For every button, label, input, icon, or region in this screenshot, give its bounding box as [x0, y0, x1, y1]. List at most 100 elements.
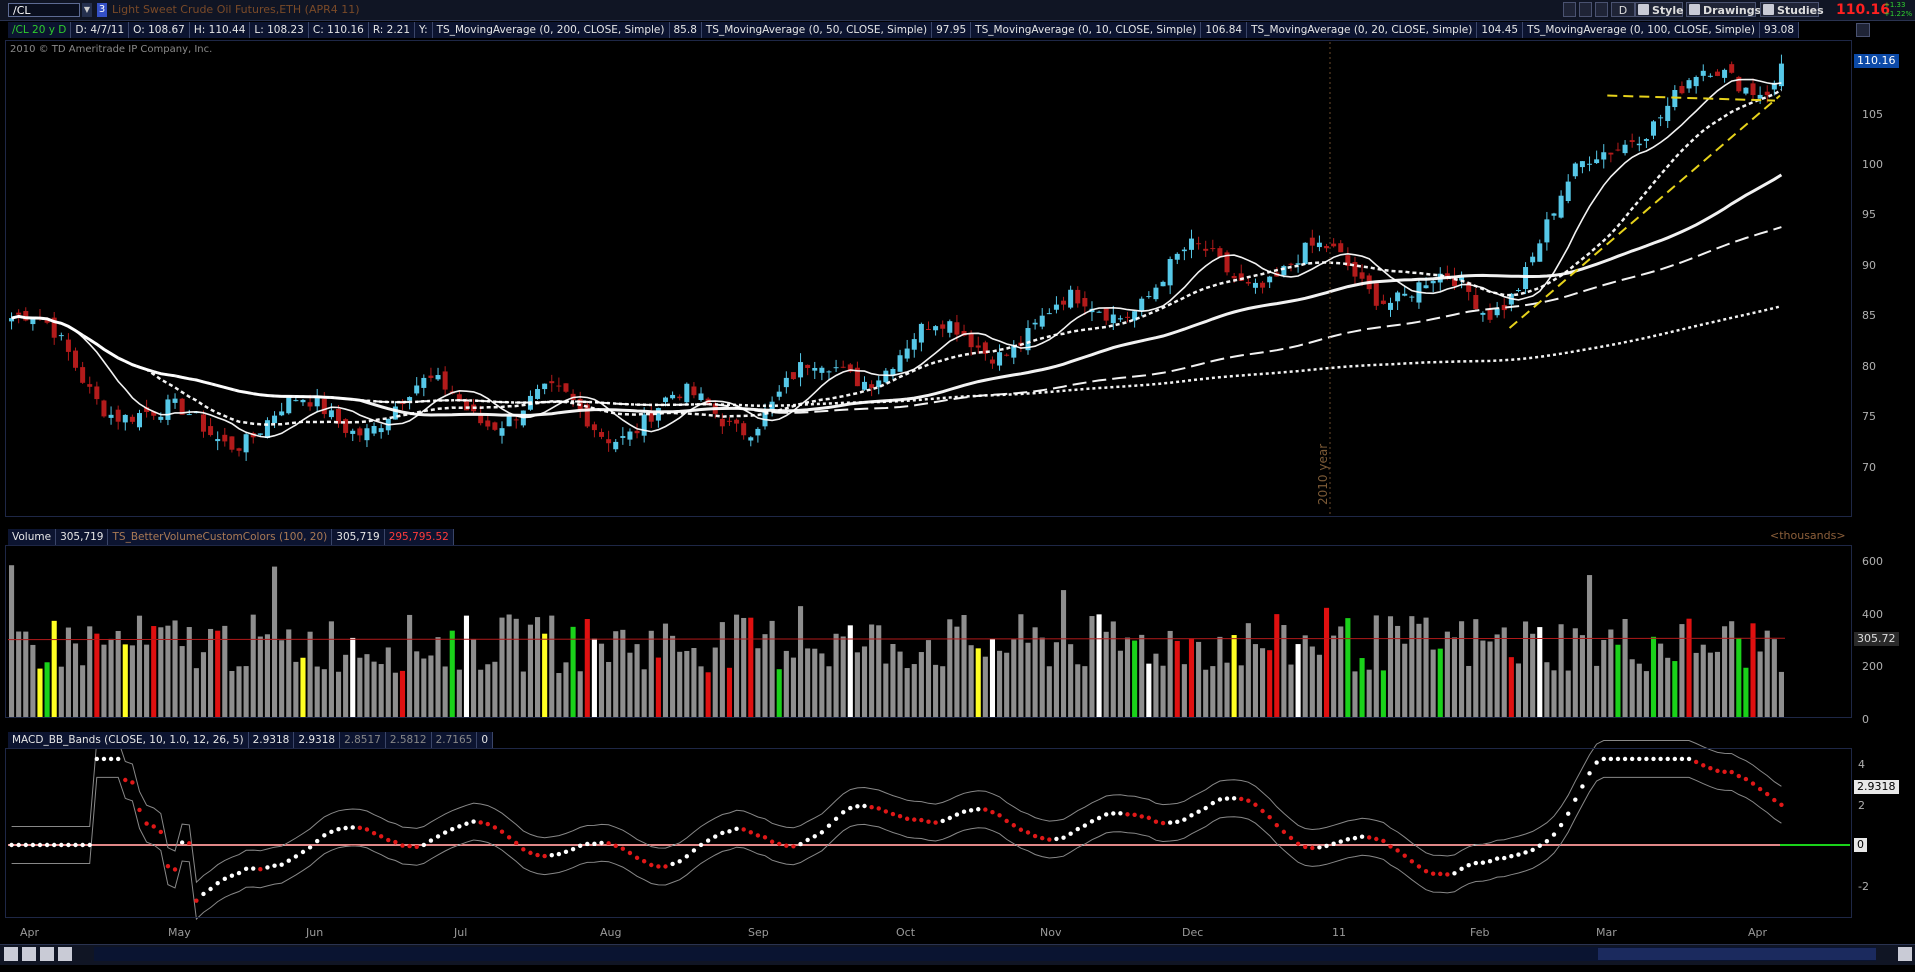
candle-body	[1544, 219, 1550, 243]
volume-study-value: 305,719	[332, 529, 385, 545]
candle-body	[1167, 259, 1173, 286]
grid-layout-icon[interactable]	[4, 947, 18, 961]
candle-body	[257, 433, 263, 435]
volume-value: 305,719	[56, 529, 109, 545]
candle-body	[1615, 149, 1621, 151]
candle-body	[1494, 308, 1500, 316]
candle-body	[371, 426, 377, 434]
candle-body	[613, 441, 619, 450]
moving-average-line	[11, 78, 1782, 439]
month-label: Mar	[1596, 926, 1617, 939]
candle-body	[1203, 248, 1209, 251]
candle-body	[492, 422, 498, 430]
macd-value: 2.9318	[249, 732, 295, 748]
draw-line-icon[interactable]	[58, 947, 72, 961]
candle-body	[1402, 293, 1408, 296]
candle-body	[563, 383, 569, 392]
time-scrollbar-thumb[interactable]	[1598, 948, 1876, 960]
settings-icon[interactable]	[22, 947, 36, 961]
candle-body	[1629, 140, 1635, 142]
month-label: Apr	[20, 926, 40, 939]
candle-body	[307, 402, 313, 407]
candle-body	[485, 420, 491, 427]
candle-body	[364, 428, 370, 441]
candle-body	[1651, 121, 1657, 136]
candle-body	[1110, 314, 1116, 324]
candle-body	[1473, 294, 1479, 309]
candle-body	[1722, 69, 1728, 78]
expand-time-icon[interactable]	[1898, 947, 1912, 961]
moving-average-line	[11, 226, 1782, 414]
candle-body	[535, 389, 541, 399]
macd-axis-tick: -2	[1858, 880, 1869, 893]
candle-body	[229, 436, 235, 450]
macd-study-name[interactable]: MACD_BB_Bands (CLOSE, 10, 1.0, 12, 26, 5…	[8, 732, 249, 748]
candle-body	[30, 318, 36, 325]
candle-body	[1658, 117, 1664, 119]
candle-body	[1388, 302, 1394, 310]
candle-body	[1316, 242, 1322, 248]
zoom-out-icon[interactable]	[40, 947, 54, 961]
month-label: Dec	[1182, 926, 1204, 939]
candle-body	[954, 322, 960, 335]
candle-body	[812, 367, 818, 371]
candle-body	[1487, 309, 1493, 320]
macd-zero-tag: 0	[1854, 838, 1867, 852]
candle-body	[1288, 263, 1294, 265]
candle-body	[1032, 322, 1038, 325]
month-label: Feb	[1470, 926, 1490, 939]
candle-body	[918, 323, 924, 343]
trendline-support	[1508, 94, 1781, 329]
candle-body	[1302, 242, 1308, 265]
candle-body	[1068, 289, 1074, 308]
price-axis-tick: 105	[1862, 108, 1883, 121]
month-label: Nov	[1040, 926, 1062, 939]
volume-value-tag: 305.72	[1854, 632, 1899, 646]
candle-body	[1558, 195, 1564, 218]
macd-value-tag: 2.9318	[1854, 780, 1899, 794]
candle-body	[1373, 283, 1379, 306]
month-label: Jun	[306, 926, 324, 939]
macd-study-header: MACD_BB_Bands (CLOSE, 10, 1.0, 12, 26, 5…	[8, 732, 493, 748]
candle-body	[1338, 243, 1344, 253]
candle-body	[200, 414, 206, 432]
candle-body	[1409, 296, 1415, 298]
candle-body	[73, 350, 79, 368]
macd-plot-frame[interactable]	[5, 748, 1852, 918]
volume-study-name[interactable]: TS_BetterVolumeCustomColors (100, 20)	[108, 529, 333, 545]
candle-body	[662, 397, 668, 403]
candle-body	[1565, 181, 1571, 202]
volume-axis-tick: 600	[1862, 555, 1883, 568]
candle-body	[940, 324, 946, 329]
macd-avg: 2.5812	[386, 732, 432, 748]
candle-body	[428, 375, 434, 378]
candle-body	[1252, 282, 1258, 288]
candle-body	[293, 400, 299, 402]
candle-body	[1210, 248, 1216, 250]
month-label: Sep	[748, 926, 769, 939]
candle-body	[286, 396, 292, 414]
candle-body	[904, 348, 910, 359]
candle-body	[989, 359, 995, 364]
candle-body	[80, 367, 86, 383]
candle-body	[1601, 152, 1607, 160]
price-chart-group	[9, 42, 1784, 515]
candle-body	[414, 385, 420, 394]
volume-units: <thousands>	[1770, 529, 1846, 542]
candle-body	[65, 339, 71, 352]
candle-body	[897, 355, 903, 372]
macd-axis-tick: 2	[1858, 799, 1865, 812]
candle-body	[1551, 213, 1557, 216]
candle-body	[641, 414, 647, 436]
volume-label[interactable]: Volume	[8, 529, 57, 545]
volume-plot-frame[interactable]	[5, 545, 1852, 718]
candle-body	[1572, 163, 1578, 177]
candle-body	[734, 419, 740, 424]
candle-body	[591, 424, 597, 431]
candle-body	[1530, 256, 1536, 263]
candle-body	[506, 415, 512, 427]
candle-body	[833, 367, 839, 369]
price-axis-tick: 70	[1862, 461, 1876, 474]
candle-body	[421, 377, 427, 388]
month-label: Aug	[600, 926, 622, 939]
